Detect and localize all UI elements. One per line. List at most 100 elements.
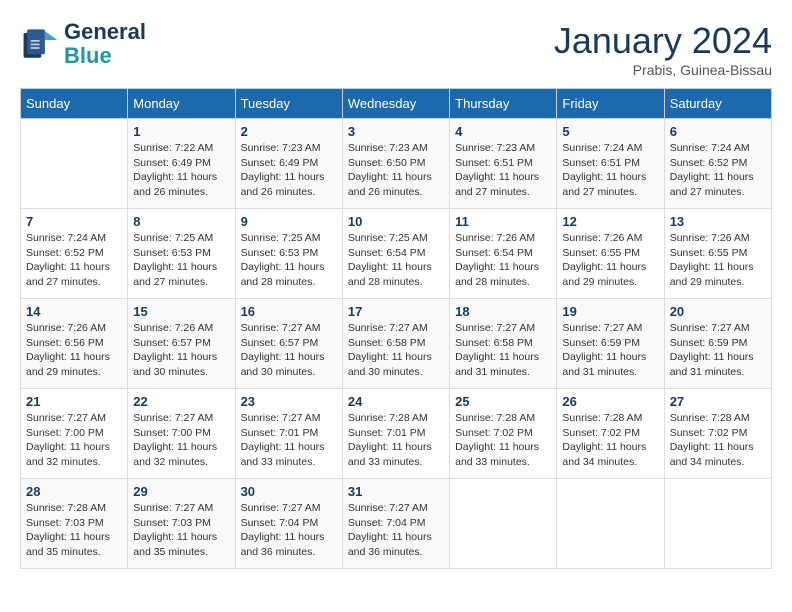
title-block: January 2024 Prabis, Guinea-Bissau [554, 20, 772, 78]
table-row: 27 Sunrise: 7:28 AM Sunset: 7:02 PM Dayl… [664, 389, 771, 479]
col-tuesday: Tuesday [235, 89, 342, 119]
table-row: 28 Sunrise: 7:28 AM Sunset: 7:03 PM Dayl… [21, 479, 128, 569]
day-number: 29 [133, 484, 229, 499]
day-number: 16 [241, 304, 337, 319]
daylight: Daylight: 11 hours and 29 minutes. [670, 260, 766, 289]
day-number: 13 [670, 214, 766, 229]
sunrise: Sunrise: 7:24 AM [26, 231, 122, 246]
day-number: 15 [133, 304, 229, 319]
calendar-week-row: 7 Sunrise: 7:24 AM Sunset: 6:52 PM Dayli… [21, 209, 772, 299]
day-number: 1 [133, 124, 229, 139]
sunset: Sunset: 6:59 PM [562, 336, 658, 351]
sunrise: Sunrise: 7:23 AM [348, 141, 444, 156]
sunrise: Sunrise: 7:25 AM [133, 231, 229, 246]
table-row: 15 Sunrise: 7:26 AM Sunset: 6:57 PM Dayl… [128, 299, 235, 389]
table-row: 7 Sunrise: 7:24 AM Sunset: 6:52 PM Dayli… [21, 209, 128, 299]
cell-info: Sunrise: 7:26 AM Sunset: 6:55 PM Dayligh… [562, 231, 658, 290]
col-monday: Monday [128, 89, 235, 119]
sunrise: Sunrise: 7:28 AM [348, 411, 444, 426]
location: Prabis, Guinea-Bissau [554, 62, 772, 78]
day-number: 26 [562, 394, 658, 409]
table-row: 26 Sunrise: 7:28 AM Sunset: 7:02 PM Dayl… [557, 389, 664, 479]
day-number: 21 [26, 394, 122, 409]
sunset: Sunset: 7:00 PM [133, 426, 229, 441]
daylight: Daylight: 11 hours and 27 minutes. [670, 170, 766, 199]
calendar-table: Sunday Monday Tuesday Wednesday Thursday… [20, 88, 772, 569]
sunrise: Sunrise: 7:27 AM [670, 321, 766, 336]
table-row: 23 Sunrise: 7:27 AM Sunset: 7:01 PM Dayl… [235, 389, 342, 479]
day-number: 22 [133, 394, 229, 409]
cell-info: Sunrise: 7:25 AM Sunset: 6:53 PM Dayligh… [133, 231, 229, 290]
sunrise: Sunrise: 7:26 AM [670, 231, 766, 246]
daylight: Daylight: 11 hours and 26 minutes. [241, 170, 337, 199]
daylight: Daylight: 11 hours and 34 minutes. [562, 440, 658, 469]
sunset: Sunset: 7:03 PM [26, 516, 122, 531]
sunset: Sunset: 7:04 PM [348, 516, 444, 531]
sunset: Sunset: 6:54 PM [348, 246, 444, 261]
sunrise: Sunrise: 7:25 AM [348, 231, 444, 246]
sunrise: Sunrise: 7:27 AM [133, 501, 229, 516]
daylight: Daylight: 11 hours and 32 minutes. [26, 440, 122, 469]
cell-info: Sunrise: 7:28 AM Sunset: 7:01 PM Dayligh… [348, 411, 444, 470]
cell-info: Sunrise: 7:27 AM Sunset: 6:58 PM Dayligh… [455, 321, 551, 380]
table-row: 6 Sunrise: 7:24 AM Sunset: 6:52 PM Dayli… [664, 119, 771, 209]
table-row: 18 Sunrise: 7:27 AM Sunset: 6:58 PM Dayl… [450, 299, 557, 389]
table-row: 20 Sunrise: 7:27 AM Sunset: 6:59 PM Dayl… [664, 299, 771, 389]
daylight: Daylight: 11 hours and 29 minutes. [562, 260, 658, 289]
sunrise: Sunrise: 7:27 AM [241, 411, 337, 426]
col-friday: Friday [557, 89, 664, 119]
daylight: Daylight: 11 hours and 31 minutes. [670, 350, 766, 379]
sunset: Sunset: 6:55 PM [562, 246, 658, 261]
sunrise: Sunrise: 7:28 AM [455, 411, 551, 426]
calendar-week-row: 14 Sunrise: 7:26 AM Sunset: 6:56 PM Dayl… [21, 299, 772, 389]
sunrise: Sunrise: 7:24 AM [670, 141, 766, 156]
cell-info: Sunrise: 7:27 AM Sunset: 7:03 PM Dayligh… [133, 501, 229, 560]
cell-info: Sunrise: 7:27 AM Sunset: 6:59 PM Dayligh… [562, 321, 658, 380]
col-thursday: Thursday [450, 89, 557, 119]
table-row [557, 479, 664, 569]
cell-info: Sunrise: 7:27 AM Sunset: 7:04 PM Dayligh… [241, 501, 337, 560]
sunrise: Sunrise: 7:27 AM [348, 321, 444, 336]
daylight: Daylight: 11 hours and 33 minutes. [455, 440, 551, 469]
table-row [664, 479, 771, 569]
day-number: 20 [670, 304, 766, 319]
day-number: 9 [241, 214, 337, 229]
logo-text: General Blue [64, 20, 146, 68]
col-wednesday: Wednesday [342, 89, 449, 119]
day-number: 7 [26, 214, 122, 229]
cell-info: Sunrise: 7:28 AM Sunset: 7:02 PM Dayligh… [562, 411, 658, 470]
sunrise: Sunrise: 7:26 AM [26, 321, 122, 336]
day-number: 24 [348, 394, 444, 409]
sunrise: Sunrise: 7:27 AM [26, 411, 122, 426]
day-number: 31 [348, 484, 444, 499]
table-row: 14 Sunrise: 7:26 AM Sunset: 6:56 PM Dayl… [21, 299, 128, 389]
daylight: Daylight: 11 hours and 33 minutes. [241, 440, 337, 469]
day-number: 6 [670, 124, 766, 139]
day-number: 10 [348, 214, 444, 229]
sunset: Sunset: 7:02 PM [670, 426, 766, 441]
table-row: 12 Sunrise: 7:26 AM Sunset: 6:55 PM Dayl… [557, 209, 664, 299]
daylight: Daylight: 11 hours and 30 minutes. [133, 350, 229, 379]
daylight: Daylight: 11 hours and 27 minutes. [562, 170, 658, 199]
month-title: January 2024 [554, 20, 772, 62]
cell-info: Sunrise: 7:28 AM Sunset: 7:03 PM Dayligh… [26, 501, 122, 560]
daylight: Daylight: 11 hours and 36 minutes. [348, 530, 444, 559]
cell-info: Sunrise: 7:27 AM Sunset: 6:57 PM Dayligh… [241, 321, 337, 380]
daylight: Daylight: 11 hours and 35 minutes. [26, 530, 122, 559]
col-sunday: Sunday [21, 89, 128, 119]
sunrise: Sunrise: 7:28 AM [562, 411, 658, 426]
cell-info: Sunrise: 7:24 AM Sunset: 6:52 PM Dayligh… [670, 141, 766, 200]
table-row: 30 Sunrise: 7:27 AM Sunset: 7:04 PM Dayl… [235, 479, 342, 569]
sunrise: Sunrise: 7:22 AM [133, 141, 229, 156]
day-number: 12 [562, 214, 658, 229]
daylight: Daylight: 11 hours and 29 minutes. [26, 350, 122, 379]
sunset: Sunset: 6:57 PM [133, 336, 229, 351]
day-number: 11 [455, 214, 551, 229]
sunset: Sunset: 7:01 PM [241, 426, 337, 441]
daylight: Daylight: 11 hours and 28 minutes. [348, 260, 444, 289]
day-number: 18 [455, 304, 551, 319]
day-number: 28 [26, 484, 122, 499]
sunset: Sunset: 6:49 PM [133, 156, 229, 171]
table-row: 25 Sunrise: 7:28 AM Sunset: 7:02 PM Dayl… [450, 389, 557, 479]
sunset: Sunset: 6:50 PM [348, 156, 444, 171]
